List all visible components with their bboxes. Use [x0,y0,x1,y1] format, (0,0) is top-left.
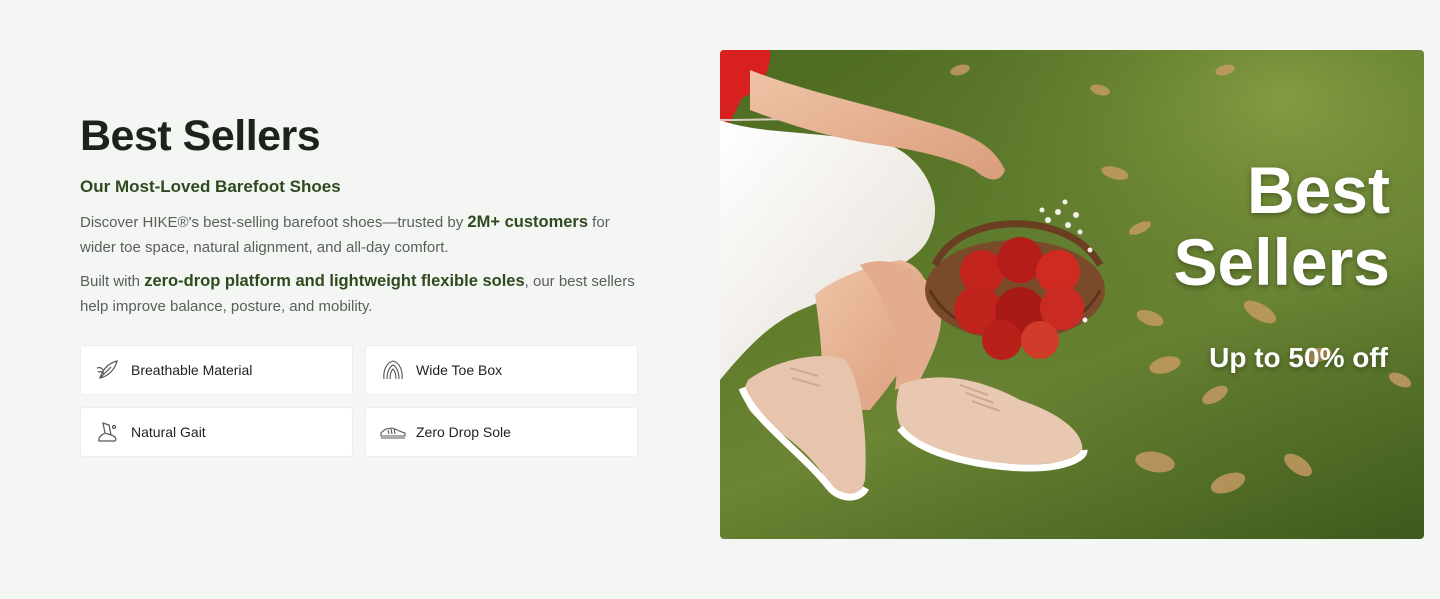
paragraph-1-text-start: Discover HIKE®'s best-selling barefoot s… [80,214,468,231]
hero-title-line-1: Best [1246,153,1390,227]
feature-label: Wide Toe Box [416,362,503,378]
feature-label: Zero Drop Sole [416,424,511,440]
paragraph-2-text-start: Built with [80,273,145,290]
section-subtitle: Our Most-Loved Barefoot Shoes [80,177,341,196]
feature-natural-gait: Natural Gait [80,407,353,457]
feature-grid: Breathable Material Wide Toe Box Natural… [80,345,640,457]
best-sellers-intro: Best Sellers Our Most-Loved Barefoot Sho… [80,110,640,457]
shoe-sole-icon [380,419,406,445]
hero-title: Best Sellers [1174,154,1391,298]
customers-highlight: 2M+ customers [467,213,589,231]
feature-wide-toe-box: Wide Toe Box [365,345,638,395]
feature-label: Breathable Material [131,362,253,378]
hero-banner[interactable]: Best Sellers Up to 50% off [720,50,1424,539]
soles-highlight: zero-drop platform and lightweight flexi… [144,272,525,290]
feature-label: Natural Gait [131,424,206,440]
breathable-leaf-icon [95,357,121,383]
feature-breathable-material: Breathable Material [80,345,353,395]
section-title: Best Sellers [80,112,321,160]
intro-paragraph-1: Discover HIKE®'s best-selling barefoot s… [80,210,640,260]
intro-paragraph-2: Built with zero-drop platform and lightw… [80,269,640,319]
hero-title-line-2: Sellers [1173,225,1391,299]
hero-promo: Up to 50% off [1209,342,1388,373]
foot-gait-icon [95,419,121,445]
feature-zero-drop-sole: Zero Drop Sole [365,407,638,457]
wide-toe-icon [380,357,406,383]
